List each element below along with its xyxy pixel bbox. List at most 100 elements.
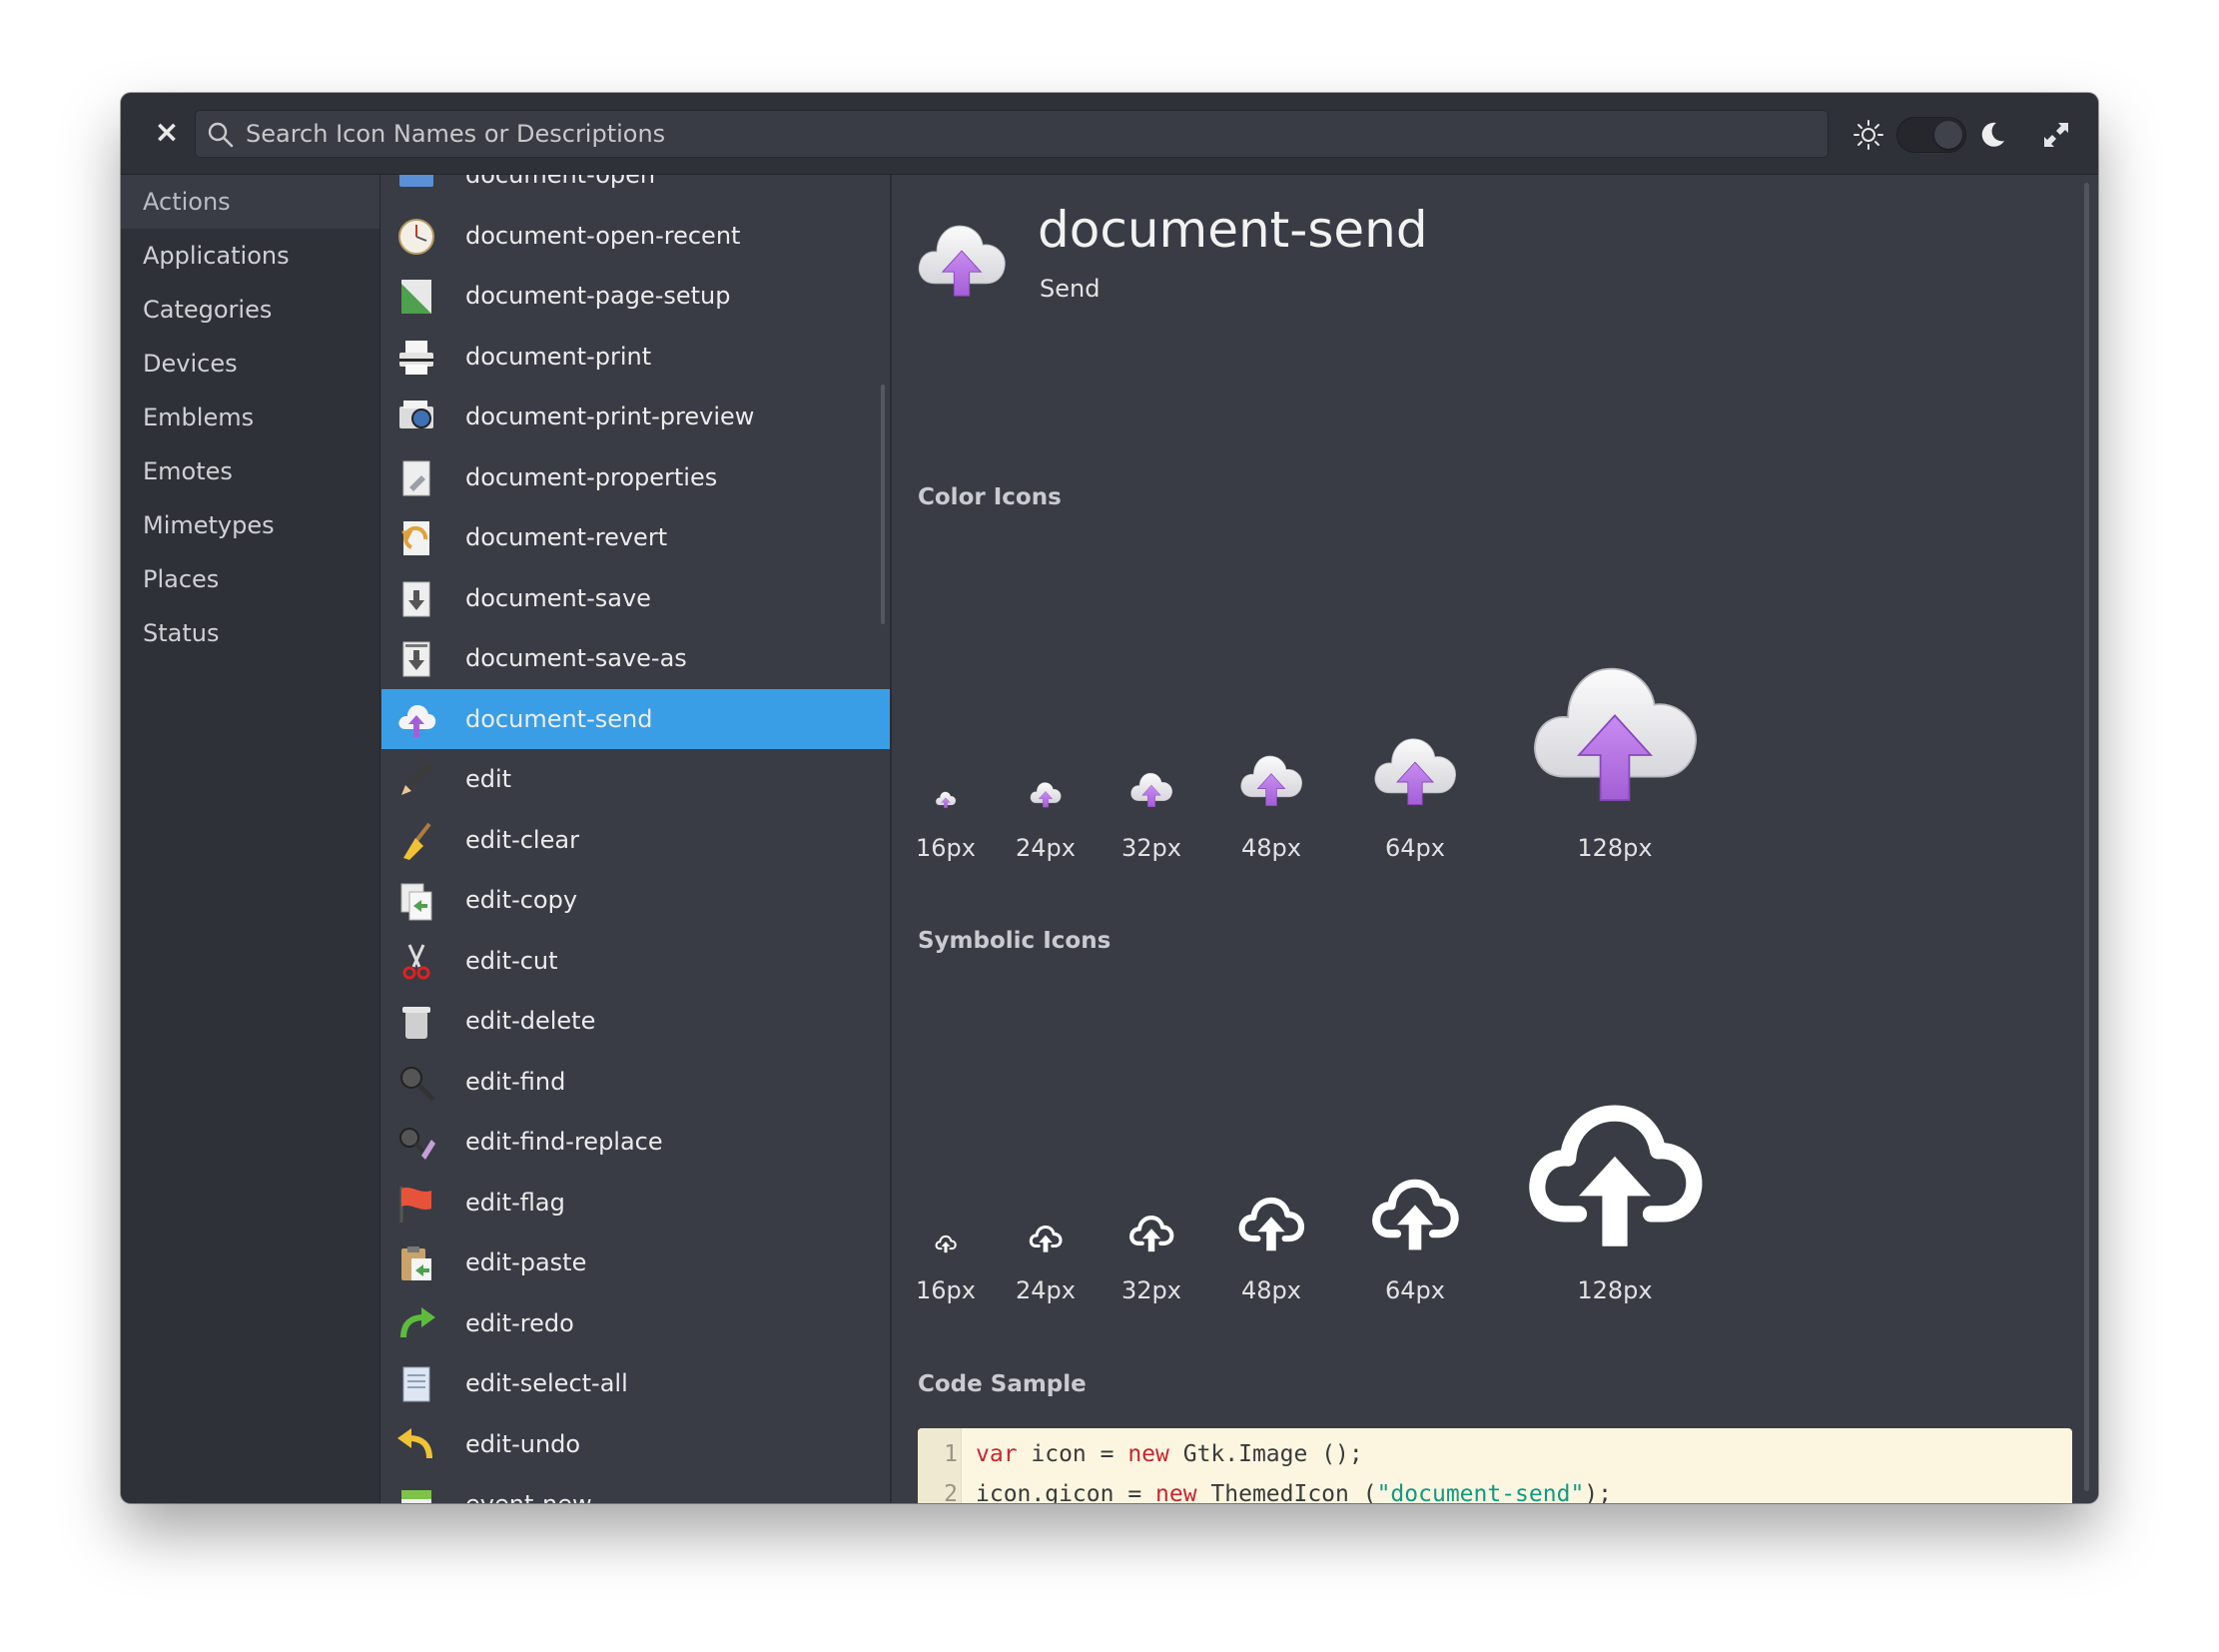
list-item-label: document-revert	[465, 523, 668, 551]
search-input[interactable]	[246, 111, 1804, 157]
color-size-label: 32px	[1121, 834, 1181, 862]
sidebar-item-emblems[interactable]: Emblems	[121, 391, 379, 444]
list-item-label: document-properties	[465, 462, 718, 491]
list-item-label: document-print-preview	[465, 403, 755, 430]
list-item-label: edit-cut	[465, 946, 558, 975]
list-item-document-print-preview[interactable]: document-print-preview	[381, 387, 890, 446]
list-item-label: edit-delete	[465, 1007, 596, 1035]
line-number: 1	[944, 1441, 958, 1467]
sidebar-item-devices[interactable]: Devices	[121, 337, 379, 391]
list-item-label: document-print	[465, 342, 652, 371]
list-item-document-properties[interactable]: document-properties	[381, 447, 890, 507]
code-token: new	[1155, 1481, 1197, 1503]
sidebar-item-mimetypes[interactable]: Mimetypes	[121, 498, 379, 552]
code-token: ThemedIcon (	[1196, 1481, 1377, 1503]
broom-icon	[403, 822, 431, 860]
list-item-label: edit-copy	[465, 886, 578, 914]
save-icon	[402, 581, 430, 616]
find-replace-icon	[399, 1128, 435, 1160]
list-item-edit-copy[interactable]: edit-copy	[381, 870, 890, 930]
color-size-label: 48px	[1241, 834, 1301, 862]
code-sample: 1 var icon = new Gtk.Image (); 2 icon.gicon…	[918, 1428, 2072, 1503]
list-item-label: edit-find-replace	[465, 1128, 663, 1156]
fullscreen-icon[interactable]	[2038, 117, 2074, 153]
list-item-edit-clear[interactable]: edit-clear	[381, 810, 890, 870]
list-item-label: document-save-as	[465, 644, 687, 672]
icon-description: Send	[1040, 275, 1101, 303]
search-box[interactable]	[195, 110, 1829, 158]
search-icon	[208, 122, 234, 148]
printer-icon	[399, 340, 433, 375]
color-cloud-upload-icon	[1030, 782, 1062, 808]
color-cloud-upload-icon	[1130, 772, 1172, 807]
list-item-edit-paste[interactable]: edit-paste	[381, 1233, 890, 1292]
page-setup-icon	[401, 280, 431, 314]
list-item-document-send[interactable]: document-send	[381, 688, 890, 749]
sidebar-item-categories[interactable]: Categories	[121, 283, 379, 337]
list-item-label: edit-undo	[465, 1429, 581, 1458]
list-item-edit[interactable]: edit	[381, 749, 890, 809]
symbolic-icons-heading: Symbolic Icons	[918, 928, 1111, 954]
icon-title: document-send	[1038, 201, 1428, 259]
list-item-document-open[interactable]: document-open	[381, 175, 890, 205]
sidebar-item-emotes[interactable]: Emotes	[121, 444, 379, 498]
list-item-edit-find[interactable]: edit-find	[381, 1052, 890, 1112]
list-item-edit-delete[interactable]: edit-delete	[381, 991, 890, 1051]
list-item-label: edit-redo	[465, 1308, 574, 1337]
dark-mode-toggle[interactable]	[1896, 117, 1966, 153]
list-item-document-page-setup[interactable]: document-page-setup	[381, 266, 890, 326]
list-item-label: event-new	[465, 1474, 592, 1503]
list-item-edit-undo[interactable]: edit-undo	[381, 1414, 890, 1474]
sidebar-item-applications[interactable]: Applications	[121, 229, 379, 283]
code-token: var	[976, 1441, 1018, 1467]
list-item-label: document-open	[465, 175, 656, 189]
code-token: icon =	[1017, 1441, 1128, 1467]
cloud-upload-icon	[918, 225, 1006, 297]
close-button[interactable]: ×	[147, 113, 187, 153]
list-item-document-save-as[interactable]: document-save-as	[381, 628, 890, 688]
symbolic-cloud-upload-icon	[1029, 1225, 1063, 1252]
line-number: 2	[944, 1481, 958, 1503]
magnifier-icon	[400, 1066, 435, 1102]
list-item-document-save[interactable]: document-save	[381, 568, 890, 628]
list-item-edit-cut[interactable]: edit-cut	[381, 931, 890, 991]
sidebar-item-actions[interactable]: Actions	[121, 175, 379, 229]
list-item-document-revert[interactable]: document-revert	[381, 507, 890, 567]
code-token: Gtk.Image ();	[1168, 1441, 1363, 1467]
clipboard-icon	[401, 1246, 431, 1280]
sidebar-item-status[interactable]: Status	[121, 606, 379, 660]
print-preview-icon	[399, 401, 433, 428]
sidebar-item-places[interactable]: Places	[121, 552, 379, 606]
code-sample-heading: Code Sample	[918, 1371, 1087, 1397]
list-item-edit-find-replace[interactable]: edit-find-replace	[381, 1112, 890, 1172]
sun-icon	[1853, 120, 1883, 150]
list-item-edit-select-all[interactable]: edit-select-all	[381, 1353, 890, 1413]
color-cloud-upload-icon	[1374, 738, 1456, 805]
list-item-label: edit	[465, 765, 512, 793]
list-item-document-print[interactable]: document-print	[381, 327, 890, 387]
code-token: icon.gicon =	[976, 1481, 1156, 1503]
symbolic-cloud-upload-icon	[1372, 1179, 1459, 1250]
moon-icon	[1981, 122, 2004, 147]
list-item-edit-redo[interactable]: edit-redo	[381, 1293, 890, 1353]
icon-list[interactable]: document-open document-open-recent documen…	[381, 175, 892, 1503]
detail-scrollbar[interactable]	[2084, 183, 2089, 1491]
color-size-label: 128px	[1577, 834, 1653, 862]
list-item-edit-flag[interactable]: edit-flag	[381, 1173, 890, 1233]
list-item-label: edit-clear	[465, 825, 579, 854]
list-item-label: edit-find	[465, 1067, 566, 1096]
save-as-icon	[402, 641, 430, 677]
symbolic-size-label: 128px	[1577, 1276, 1653, 1304]
symbolic-cloud-upload-icon	[1129, 1216, 1174, 1252]
list-item-event-new[interactable]: event-new	[381, 1474, 890, 1503]
list-item-label: document-open-recent	[465, 221, 741, 250]
list-item-document-open-recent[interactable]: document-open-recent	[381, 206, 890, 266]
code-token: );	[1584, 1481, 1612, 1503]
calendar-icon	[401, 1490, 431, 1503]
symbolic-cloud-upload-icon	[1529, 1105, 1703, 1246]
color-cloud-upload-icon	[1240, 755, 1302, 806]
clock-icon	[398, 218, 434, 255]
symbolic-size-label: 48px	[1241, 1276, 1301, 1304]
folder-icon	[399, 175, 433, 187]
copy-icon	[400, 883, 432, 921]
